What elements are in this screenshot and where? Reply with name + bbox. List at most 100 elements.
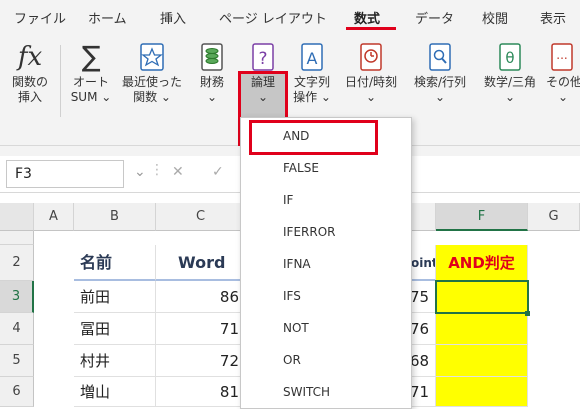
cell-word-row6[interactable]: 81	[156, 377, 246, 407]
header-cell-word[interactable]: Word	[156, 245, 246, 281]
active-cell-selection	[435, 280, 529, 314]
header-cell-point-partial[interactable]: oint	[410, 245, 436, 281]
insert-function-label-2: 挿入	[17, 90, 42, 104]
cell-e-row3[interactable]: 75	[410, 281, 436, 313]
recent-functions-button[interactable]: 最近使った 関数 ⌄	[118, 41, 186, 105]
question-book-icon: ?	[252, 43, 274, 71]
cell-name-row4[interactable]: 冨田	[74, 313, 156, 345]
cell-name-row3[interactable]: 前田	[74, 281, 156, 313]
text-label-2: 操作 ⌄	[293, 90, 331, 104]
cell-name-row5[interactable]: 村井	[74, 345, 156, 377]
text-a-book-icon: A	[301, 43, 323, 71]
autosum-label-2: SUM ⌄	[70, 90, 112, 104]
name-box[interactable]: F3	[6, 160, 124, 188]
select-all-corner[interactable]	[0, 203, 34, 231]
cell-e-row6[interactable]: 71	[410, 377, 436, 407]
tab-page-layout[interactable]: ページ レイアウト	[219, 8, 327, 27]
tab-home[interactable]: ホーム	[88, 8, 127, 27]
logical-button[interactable]: ? 論理 ⌄	[240, 41, 286, 105]
column-header-f[interactable]: F	[436, 203, 528, 231]
formula-bar-grip-icon: ⋮	[150, 162, 164, 178]
datetime-label: 日付/時刻	[344, 75, 398, 89]
ribbon-tab-bar: ファイル ホーム 挿入 ページ レイアウト 数式 データ 校閲 表示	[0, 0, 580, 33]
column-header-c[interactable]: C	[156, 203, 246, 231]
cancel-icon[interactable]: ✕	[172, 164, 184, 180]
logical-chevron: ⌄	[257, 90, 269, 104]
tab-view[interactable]: 表示	[540, 8, 566, 27]
clock-book-icon	[360, 43, 382, 71]
lookup-label: 検索/行列	[413, 75, 467, 89]
cell-word-row5[interactable]: 72	[156, 345, 246, 377]
math-chevron: ⌄	[504, 90, 516, 104]
column-header-a[interactable]: A	[34, 203, 74, 231]
row-header-5[interactable]: 5	[0, 345, 34, 377]
financial-button[interactable]: 財務 ⌄	[190, 41, 234, 105]
menu-item-if[interactable]: IF	[241, 184, 411, 216]
financial-label: 財務	[199, 75, 224, 89]
autosum-label: オート	[72, 75, 109, 89]
svg-text:A: A	[307, 49, 318, 68]
row-header-2[interactable]: 2	[0, 245, 34, 281]
logical-label: 論理	[250, 75, 275, 89]
datetime-chevron: ⌄	[365, 90, 377, 104]
more-book-icon: ...	[551, 43, 573, 71]
math-label: 数学/三角	[483, 75, 537, 89]
math-trig-button[interactable]: θ 数学/三角 ⌄	[476, 41, 544, 105]
cell-f-row6[interactable]	[436, 377, 528, 407]
more-label: その他	[546, 75, 580, 89]
cell-e-row5[interactable]: 68	[410, 345, 436, 377]
cell-f-row5[interactable]	[436, 345, 528, 377]
logical-functions-menu: AND FALSE IF IFERROR IFNA IFS NOT OR SWI…	[240, 117, 412, 409]
svg-text:...: ...	[556, 48, 567, 62]
lookup-chevron: ⌄	[434, 90, 446, 104]
cell-word-row4[interactable]: 71	[156, 313, 246, 345]
menu-item-ifs[interactable]: IFS	[241, 280, 411, 312]
and-item-highlight	[249, 120, 378, 155]
row-header-4[interactable]: 4	[0, 313, 34, 345]
row-header-6[interactable]: 6	[0, 377, 34, 407]
dropdown-arrow-icon[interactable]: ⌄	[134, 164, 146, 180]
svg-text:?: ?	[258, 49, 267, 69]
menu-item-false[interactable]: FALSE	[241, 152, 411, 184]
tab-formulas[interactable]: 数式	[354, 8, 380, 27]
text-label: 文字列	[293, 75, 330, 89]
column-header-g[interactable]: G	[528, 203, 580, 231]
theta-book-icon: θ	[499, 43, 521, 71]
menu-item-iferror[interactable]: IFERROR	[241, 216, 411, 248]
menu-item-not[interactable]: NOT	[241, 312, 411, 344]
ribbon-separator	[60, 45, 61, 117]
enter-icon[interactable]: ✓	[212, 164, 224, 180]
row-header-1-partial[interactable]	[0, 231, 34, 245]
recent-label-2: 関数 ⌄	[133, 90, 171, 104]
fill-handle[interactable]	[525, 311, 530, 316]
fx-icon: fx	[17, 42, 43, 72]
header-cell-name[interactable]: 名前	[74, 245, 156, 281]
cell-word-row3[interactable]: 86	[156, 281, 246, 313]
datetime-button[interactable]: 日付/時刻 ⌄	[338, 41, 404, 105]
row-header-3[interactable]: 3	[0, 281, 34, 313]
recent-label: 最近使った	[121, 75, 182, 89]
tab-insert[interactable]: 挿入	[160, 8, 186, 27]
menu-item-or[interactable]: OR	[241, 344, 411, 376]
cell-e-row4[interactable]: 76	[410, 313, 436, 345]
insert-function-label: 関数の	[11, 75, 48, 89]
header-cell-and-result[interactable]: AND判定	[436, 245, 528, 281]
cell-f-row4[interactable]	[436, 313, 528, 345]
column-header-b[interactable]: B	[74, 203, 156, 231]
more-chevron: ⌄	[558, 90, 569, 104]
more-functions-button[interactable]: ... その他 ⌄	[546, 41, 580, 105]
insert-function-button[interactable]: fx 関数の 挿入	[8, 41, 52, 105]
lookup-button[interactable]: 検索/行列 ⌄	[406, 41, 474, 105]
menu-item-ifna[interactable]: IFNA	[241, 248, 411, 280]
tab-review[interactable]: 校閲	[482, 8, 508, 27]
cell-name-row6[interactable]: 増山	[74, 377, 156, 407]
financial-chevron: ⌄	[206, 90, 218, 104]
text-functions-button[interactable]: A 文字列 操作 ⌄	[290, 41, 334, 105]
autosum-button[interactable]: ∑ オート SUM ⌄	[66, 41, 116, 105]
coins-book-icon	[201, 43, 223, 71]
svg-text:θ: θ	[505, 49, 514, 67]
tab-file[interactable]: ファイル	[14, 8, 66, 27]
menu-item-switch[interactable]: SWITCH	[241, 376, 411, 408]
tab-data[interactable]: データ	[415, 8, 454, 27]
star-book-icon	[140, 43, 164, 71]
